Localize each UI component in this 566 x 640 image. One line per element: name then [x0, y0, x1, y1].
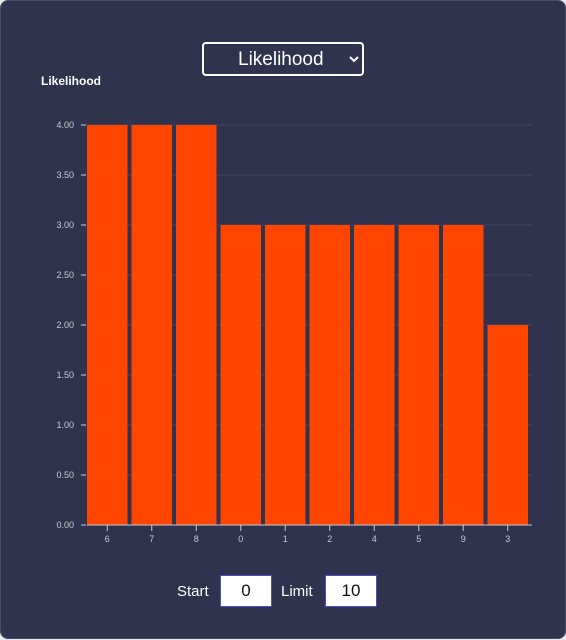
bar — [265, 225, 306, 525]
bar — [398, 225, 439, 525]
bar — [487, 325, 528, 525]
y-tick-label: 1.00 — [56, 420, 74, 430]
bar — [443, 225, 484, 525]
x-tick-label: 7 — [149, 534, 154, 544]
x-tick-label: 5 — [416, 534, 421, 544]
x-tick-label: 6 — [105, 534, 110, 544]
x-tick-label: 4 — [372, 534, 377, 544]
bar-chart: Likelihood 0.00 0.50 1.00 1.50 2.00 2.50 3.00 3… — [41, 74, 532, 544]
y-tick-label: 2.00 — [56, 320, 74, 330]
y-tick-label: 2.50 — [56, 270, 74, 280]
bar — [87, 125, 128, 525]
x-tick-label: 0 — [238, 534, 243, 544]
y-tick-label: 0.00 — [56, 520, 74, 530]
bar — [309, 225, 350, 525]
bar — [131, 125, 172, 525]
y-tick-label: 3.50 — [56, 170, 74, 180]
bar — [220, 225, 261, 525]
limit-label: Limit — [281, 583, 313, 600]
limit-input[interactable] — [325, 575, 377, 607]
y-tick-label: 3.00 — [56, 220, 74, 230]
y-axis-label: Likelihood — [41, 74, 101, 88]
x-tick-label: 8 — [194, 534, 199, 544]
bar — [354, 225, 395, 525]
x-tick-label: 2 — [327, 534, 332, 544]
bar — [176, 125, 217, 525]
range-controls: Start Limit — [1, 575, 566, 607]
y-tick-label: 1.50 — [56, 370, 74, 380]
y-tick-label: 0.50 — [56, 470, 74, 480]
start-label: Start — [177, 583, 209, 600]
x-tick-label: 3 — [505, 534, 510, 544]
start-input[interactable] — [220, 575, 272, 607]
x-tick-label: 9 — [461, 534, 466, 544]
y-tick-label: 4.00 — [56, 120, 74, 130]
chart-panel: Likelihood Likelihood 0.00 0.50 1.00 1.50 2.… — [0, 0, 566, 639]
x-tick-label: 1 — [283, 534, 288, 544]
